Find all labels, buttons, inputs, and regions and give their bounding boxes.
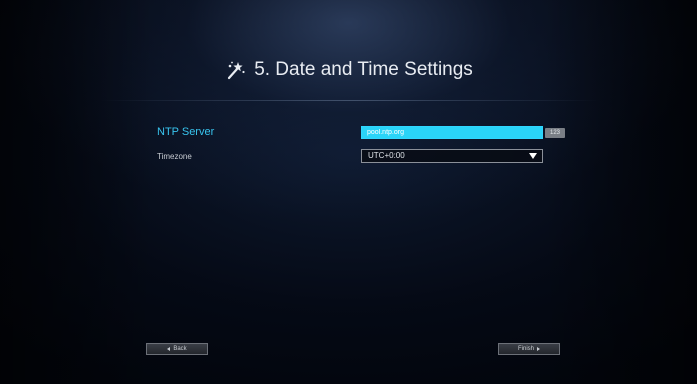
timezone-label: Timezone [157, 152, 192, 161]
header-divider [100, 100, 600, 101]
ntp-server-label: NTP Server [157, 126, 215, 138]
input-mode-badge: 123 [545, 128, 565, 138]
timezone-select[interactable]: UTC+0:00 [361, 149, 543, 163]
forward-arrow-icon [537, 347, 540, 351]
finish-button[interactable]: Finish [498, 343, 560, 355]
page-header: 5. Date and Time Settings [0, 52, 697, 88]
magic-wand-icon [224, 59, 246, 81]
finish-button-label: Finish [517, 346, 534, 352]
date-time-settings-screen: 5. Date and Time Settings NTP Server 123… [0, 0, 697, 384]
back-button-label: Back [173, 346, 187, 352]
page-title: 5. Date and Time Settings [254, 59, 473, 80]
timezone-value: UTC+0:00 [368, 151, 405, 160]
ntp-server-input[interactable] [361, 126, 543, 139]
dropdown-arrow-icon [529, 153, 537, 159]
back-button[interactable]: Back [146, 343, 208, 355]
back-arrow-icon [167, 347, 171, 351]
